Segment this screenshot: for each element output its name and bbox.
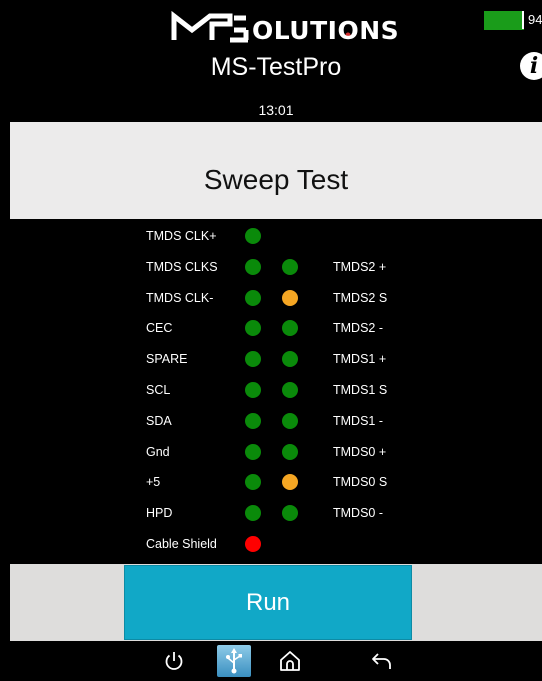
pin-label-left: TMDS CLK- — [146, 290, 214, 305]
battery-percent: 94% — [522, 11, 542, 29]
status-led-left — [245, 536, 261, 552]
status-led-right — [282, 258, 298, 275]
battery-indicator — [484, 11, 524, 30]
test-title: Sweep Test — [203, 164, 349, 195]
status-led-right — [282, 474, 298, 491]
status-led-left — [245, 412, 261, 429]
status-led-left — [245, 228, 261, 244]
status-led-left — [245, 289, 261, 306]
pin-label-right: TMDS0 + — [333, 444, 387, 459]
pin-label-left: CEC — [146, 321, 173, 336]
status-led-right — [282, 382, 298, 398]
pin-row: SCL TMDS1 S — [10, 380, 542, 400]
pin-row: Cable Shield — [10, 534, 542, 554]
pin-status-panel: TMDS CLK+ TMDS CLKS TMDS2 + TMDS CLK- TMDS2 … — [10, 219, 542, 564]
header: OLUTIONS MS-TestPro 13:01 94% i — [10, 0, 542, 122]
pin-label-right: TMDS1 - — [333, 413, 383, 428]
pin-row: TMDS CLKS TMDS2 + — [10, 257, 542, 277]
pin-row: TMDS CLK+ — [10, 226, 542, 246]
pin-label-left: +5 — [146, 475, 161, 490]
info-icon[interactable]: i — [520, 52, 542, 80]
pin-label-left: TMDS CLKS — [146, 259, 218, 274]
pin-label-left: SDA — [146, 413, 172, 428]
home-icon — [280, 651, 300, 671]
pin-label-right: TMDS0 - — [333, 506, 383, 521]
power-button[interactable] — [156, 641, 192, 681]
status-led-left — [245, 505, 261, 522]
pin-label-right: TMDS2 + — [333, 259, 387, 274]
status-led-right — [282, 505, 298, 522]
status-led-left — [245, 351, 261, 368]
pin-label-left: Cable Shield — [146, 537, 217, 551]
status-led-right — [282, 351, 298, 368]
status-led-right — [282, 320, 298, 337]
svg-text:OLUTIONS: OLUTIONS — [252, 16, 399, 44]
test-header: Sweep Test — [10, 122, 542, 219]
usb-icon — [226, 648, 242, 674]
pin-label-left: HPD — [146, 506, 173, 521]
pin-label-left: SPARE — [146, 352, 188, 367]
pin-row: HPD TMDS0 - — [10, 503, 542, 523]
back-icon — [372, 653, 391, 669]
pin-label-left: SCL — [146, 383, 171, 397]
pin-row: SDA TMDS1 - — [10, 411, 542, 431]
brand-logo: OLUTIONS — [170, 10, 410, 44]
pin-label-right: TMDS2 S — [333, 290, 388, 305]
navigation-bar — [10, 641, 542, 681]
power-icon — [165, 652, 183, 670]
pin-row: SPARE TMDS1 + — [10, 349, 542, 369]
pin-label-right: TMDS2 - — [333, 321, 383, 336]
status-led-right — [282, 289, 298, 306]
pin-row: CEC TMDS2 - — [10, 318, 542, 338]
pin-label-right: TMDS1 S — [333, 383, 388, 397]
pin-row: Gnd TMDS0 + — [10, 442, 542, 462]
run-area: Run — [10, 564, 542, 641]
status-led-left — [245, 474, 261, 491]
pin-row: +5 TMDS0 S — [10, 472, 542, 492]
status-led-left — [245, 320, 261, 337]
status-led-right — [282, 412, 298, 429]
clock-time: 13:01 — [258, 102, 294, 118]
app-title: MS-TestPro — [210, 53, 342, 81]
app-screen: OLUTIONS MS-TestPro 13:01 94% i Sweep Te… — [0, 0, 542, 681]
run-button[interactable]: Run — [124, 565, 412, 640]
pin-row: TMDS CLK- TMDS2 S — [10, 288, 542, 308]
status-led-left — [245, 443, 261, 460]
usb-button[interactable] — [217, 645, 251, 677]
status-led-left — [245, 258, 261, 275]
status-led-left — [245, 382, 261, 398]
screen-edge — [0, 0, 10, 681]
status-led-right — [282, 443, 298, 460]
home-button[interactable] — [272, 641, 308, 681]
pin-label-left: TMDS CLK+ — [146, 229, 217, 243]
pin-label-right: TMDS0 S — [333, 475, 388, 490]
back-button[interactable] — [364, 641, 400, 681]
pin-label-left: Gnd — [146, 444, 170, 459]
pin-label-right: TMDS1 + — [333, 352, 387, 367]
